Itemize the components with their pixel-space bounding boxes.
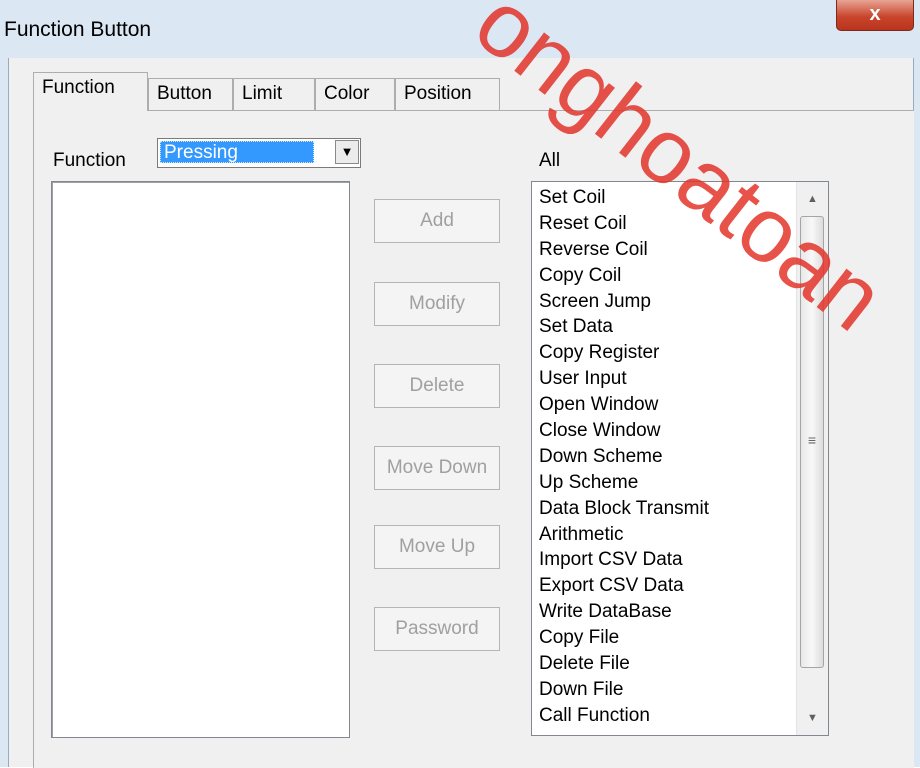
grip-icon: ≡ [807,432,817,448]
list-item[interactable]: Import CSV Data [539,548,709,574]
close-icon: x [869,3,881,25]
tab-color[interactable]: Color [315,78,395,110]
list-item[interactable]: Up Scheme [539,471,709,497]
delete-button[interactable]: Delete [374,364,500,408]
function-trigger-select[interactable]: Pressing ▼ [157,138,361,168]
all-functions-items: Set Coil Reset Coil Reverse Coil Copy Coil S… [539,186,709,730]
scroll-down-icon[interactable]: ▼ [797,703,828,733]
list-item[interactable]: Export CSV Data [539,574,709,600]
list-item[interactable]: Write DataBase [539,600,709,626]
list-item[interactable]: Data Block Transmit [539,497,709,523]
list-item[interactable]: Down File [539,678,709,704]
list-item[interactable]: Set Data [539,315,709,341]
list-item[interactable]: Screen Jump [539,290,709,316]
move-up-button[interactable]: Move Up [374,525,500,569]
list-item[interactable]: Reverse Coil [539,238,709,264]
tab-function[interactable]: Function [33,72,148,111]
tab-button[interactable]: Button [148,78,233,110]
function-label: Function [53,150,126,171]
tab-limit[interactable]: Limit [233,78,315,110]
password-button[interactable]: Password [374,607,500,651]
list-item[interactable]: Down Scheme [539,445,709,471]
list-item[interactable]: Open Window [539,393,709,419]
scroll-thumb[interactable]: ≡ [800,216,824,668]
all-functions-list[interactable]: Set Coil Reset Coil Reverse Coil Copy Coil S… [531,181,829,736]
modify-button[interactable]: Modify [374,282,500,326]
selected-functions-list[interactable] [51,181,350,738]
list-item[interactable]: User Input [539,367,709,393]
all-label: All [539,150,561,171]
all-functions-scrollbar[interactable]: ▲ ≡ ▼ [796,182,828,735]
list-item[interactable]: Copy Register [539,341,709,367]
close-button[interactable]: x [836,0,914,31]
move-down-button[interactable]: Move Down [374,446,500,490]
scroll-up-icon[interactable]: ▲ [797,184,828,214]
tab-position[interactable]: Position [395,78,500,110]
list-item[interactable]: Copy File [539,626,709,652]
function-trigger-value: Pressing [160,141,314,163]
add-button[interactable]: Add [374,199,500,243]
list-item[interactable]: Arithmetic [539,523,709,549]
title-bar: Function Button x [0,0,920,58]
list-item[interactable]: Delete File [539,652,709,678]
window-title: Function Button [4,18,152,41]
chevron-down-icon[interactable]: ▼ [335,140,359,164]
list-item[interactable]: Set Coil [539,186,709,212]
list-item[interactable]: Reset Coil [539,212,709,238]
list-item[interactable]: Call Function [539,704,709,730]
list-item[interactable]: Copy Coil [539,264,709,290]
list-item[interactable]: Close Window [539,419,709,445]
